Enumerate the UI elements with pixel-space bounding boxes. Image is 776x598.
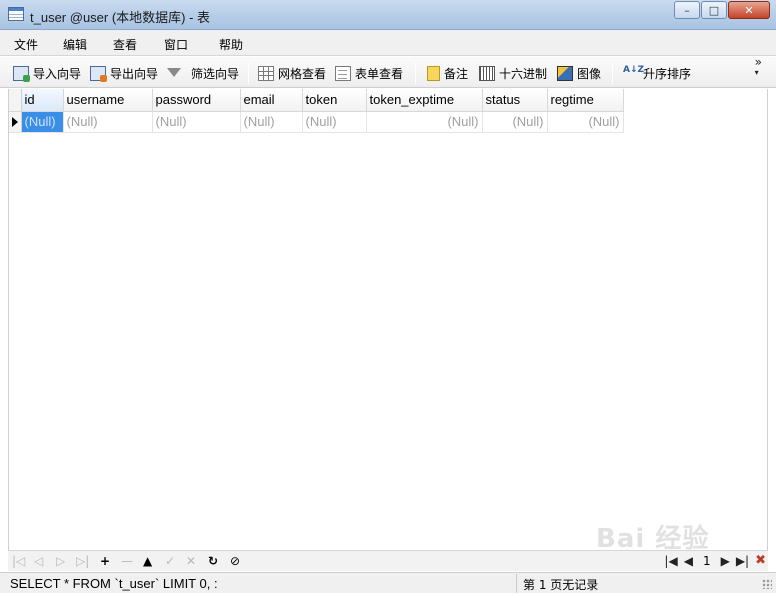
toolbar-separator: [612, 62, 613, 84]
next-page-icon[interactable]: ▶: [721, 554, 730, 568]
toolbar-overflow-button[interactable]: » ▾: [754, 55, 762, 77]
filter-wizard-label: 筛选向导: [191, 66, 240, 81]
table-row[interactable]: (Null) (Null) (Null) (Null) (Null) (Null…: [9, 111, 624, 133]
delete-record-icon[interactable]: —: [121, 554, 133, 568]
cancel-icon[interactable]: ✕: [186, 554, 196, 568]
menu-window[interactable]: 窗口: [164, 36, 188, 53]
next-record-icon[interactable]: ▷: [56, 554, 65, 568]
toolbar-separator: [248, 62, 249, 84]
column-header-password[interactable]: password: [152, 89, 241, 112]
first-record-icon[interactable]: |◁: [12, 554, 25, 568]
cell-email[interactable]: (Null): [240, 111, 303, 133]
form-view-button[interactable]: 表单查看: [335, 64, 403, 82]
form-icon: [335, 65, 351, 81]
previous-page-icon[interactable]: ◀: [684, 554, 693, 568]
column-header-id[interactable]: id: [21, 89, 64, 112]
filter-icon: [167, 67, 181, 77]
records-table: id username password email token token_e…: [9, 89, 624, 133]
apply-changes-icon[interactable]: ▲: [143, 554, 152, 568]
stop-icon[interactable]: ⊘: [230, 554, 240, 568]
hex-button[interactable]: 十六进制: [479, 64, 547, 82]
resize-grip-icon[interactable]: [762, 579, 772, 589]
last-page-icon[interactable]: ▶|: [736, 554, 749, 568]
data-grid[interactable]: id username password email token token_e…: [8, 89, 768, 550]
first-page-icon[interactable]: |◀: [664, 554, 677, 568]
overflow-chevron-icon: »: [754, 55, 762, 69]
form-view-label: 表单查看: [355, 66, 404, 81]
menu-bar: 文件 编辑 查看 窗口 帮助: [0, 30, 776, 56]
cell-id[interactable]: (Null): [21, 111, 64, 133]
column-header-status[interactable]: status: [482, 89, 548, 112]
hex-icon: [479, 65, 495, 81]
settings-tool-icon[interactable]: ✖: [755, 553, 766, 568]
cell-token-exptime[interactable]: (Null): [366, 111, 483, 133]
image-button[interactable]: 图像: [557, 64, 601, 82]
record-info: 第 1 页无记录: [516, 574, 598, 593]
cell-username[interactable]: (Null): [63, 111, 153, 133]
grid-icon: [258, 65, 274, 81]
cell-regtime[interactable]: (Null): [547, 111, 624, 133]
row-header-corner: [9, 89, 22, 112]
menu-edit[interactable]: 编辑: [63, 36, 87, 53]
sort-ascending-label: 升序排序: [643, 66, 692, 81]
memo-button[interactable]: 备注: [427, 64, 468, 82]
page-number[interactable]: 1: [699, 554, 715, 568]
memo-label: 备注: [444, 66, 469, 81]
grid-view-button[interactable]: 网格查看: [258, 64, 326, 82]
window-controls: – □ ✕: [673, 1, 770, 21]
export-icon: [90, 65, 107, 82]
column-header-token-exptime[interactable]: token_exptime: [366, 89, 483, 112]
cell-status[interactable]: (Null): [482, 111, 548, 133]
menu-file[interactable]: 文件: [14, 36, 38, 53]
menu-view[interactable]: 查看: [113, 36, 137, 53]
toolbar-separator: [415, 62, 416, 84]
add-record-icon[interactable]: +: [100, 554, 110, 568]
maximize-button[interactable]: □: [701, 1, 727, 19]
table-icon: [8, 7, 24, 21]
previous-record-icon[interactable]: ◁: [34, 554, 43, 568]
image-icon: [557, 65, 573, 81]
sql-statement: SELECT * FROM `t_user` LIMIT 0, :: [10, 576, 218, 591]
current-row-indicator: [9, 111, 22, 133]
pager: |◀ ◀ 1 ▶ ▶| ✖: [664, 553, 766, 568]
column-header-username[interactable]: username: [63, 89, 153, 112]
row-pointer-icon: [12, 116, 18, 127]
sort-ascending-icon: A↓Z: [623, 64, 645, 75]
column-header-email[interactable]: email: [240, 89, 303, 112]
overflow-dropdown-icon: ▾: [754, 68, 759, 77]
sort-ascending-button[interactable]: A↓Z 升序排序: [623, 64, 691, 82]
cell-password[interactable]: (Null): [152, 111, 241, 133]
menu-help[interactable]: 帮助: [219, 36, 243, 53]
status-bar: SELECT * FROM `t_user` LIMIT 0, : 第 1 页无…: [0, 572, 776, 593]
record-navigation-bar: |◁ ◁ ▷ ▷| + — ▲ ✓ ✕ ↻ ⊘ |◀ ◀ 1 ▶ ▶| ✖: [8, 550, 768, 571]
close-button[interactable]: ✕: [728, 1, 770, 19]
export-wizard-label: 导出向导: [110, 66, 159, 81]
column-header-regtime[interactable]: regtime: [547, 89, 624, 112]
hex-label: 十六进制: [499, 66, 548, 81]
confirm-icon[interactable]: ✓: [165, 554, 175, 568]
grid-view-label: 网格查看: [278, 66, 327, 81]
minimize-button[interactable]: –: [674, 1, 700, 19]
import-wizard-label: 导入向导: [33, 66, 82, 81]
title-bar[interactable]: t_user @user (本地数据库) - 表 – □ ✕: [0, 0, 776, 30]
import-wizard-button[interactable]: 导入向导: [13, 64, 81, 82]
window-title: t_user @user (本地数据库) - 表: [30, 10, 211, 25]
refresh-icon[interactable]: ↻: [208, 554, 218, 568]
filter-wizard-button[interactable]: 筛选向导: [167, 64, 239, 82]
toolbar: 导入向导 导出向导 筛选向导 网格查看 表单查看 备注 十六进制 图像 A↓Z …: [0, 57, 776, 88]
import-icon: [13, 65, 30, 82]
memo-icon: [427, 65, 440, 81]
export-wizard-button[interactable]: 导出向导: [90, 64, 158, 82]
cell-token[interactable]: (Null): [302, 111, 367, 133]
image-label: 图像: [577, 66, 602, 81]
last-record-icon[interactable]: ▷|: [76, 554, 89, 568]
column-header-token[interactable]: token: [302, 89, 367, 112]
header-row: id username password email token token_e…: [9, 89, 624, 112]
